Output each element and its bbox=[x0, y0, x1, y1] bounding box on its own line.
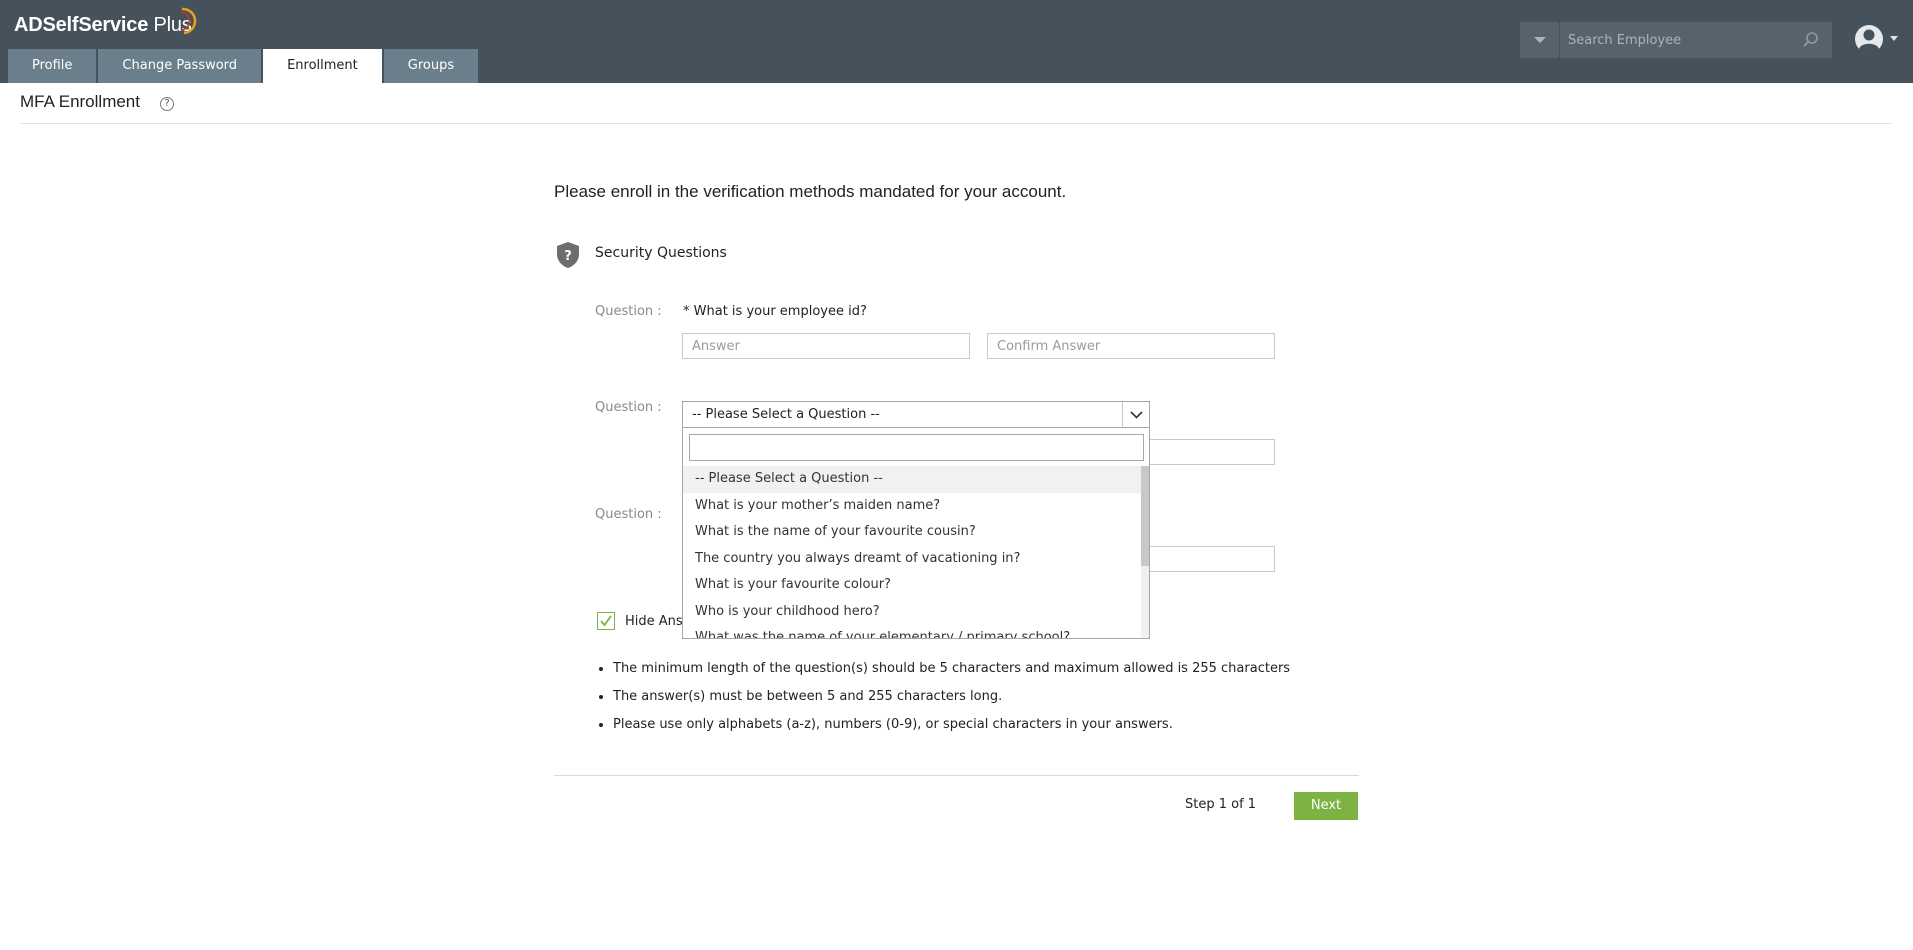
question-2-select-value: -- Please Select a Question -- bbox=[692, 407, 880, 422]
dropdown-option[interactable]: What is your favourite colour? bbox=[683, 572, 1143, 599]
svg-text:?: ? bbox=[564, 249, 572, 264]
dropdown-option[interactable]: The country you always dreamt of vacatio… bbox=[683, 546, 1143, 573]
main-tabs: Profile Change Password Enrollment Group… bbox=[8, 49, 480, 83]
dropdown-option[interactable]: What is your mother’s maiden name? bbox=[683, 493, 1143, 520]
dropdown-scrollbar-thumb[interactable] bbox=[1141, 466, 1149, 566]
user-avatar-icon[interactable] bbox=[1854, 24, 1884, 54]
chevron-down-icon[interactable] bbox=[1122, 402, 1149, 427]
shield-question-icon: ? bbox=[557, 242, 579, 268]
confirm-answer-3-field[interactable] bbox=[1150, 546, 1275, 572]
tab-change-password[interactable]: Change Password bbox=[98, 49, 262, 83]
confirm-answer-1-field[interactable] bbox=[987, 333, 1275, 359]
check-icon bbox=[600, 615, 612, 627]
answer-1-field[interactable] bbox=[682, 333, 970, 359]
note-item: The answer(s) must be between 5 and 255 … bbox=[613, 688, 1290, 716]
app-logo[interactable]: ADSelfService Plus bbox=[14, 14, 192, 37]
section-title: Security Questions bbox=[595, 245, 727, 261]
app-header: ADSelfService Plus Profile Change Passwo… bbox=[0, 0, 1913, 83]
question-2-select[interactable]: -- Please Select a Question -- bbox=[682, 401, 1150, 428]
dropdown-option[interactable]: What is the name of your favourite cousi… bbox=[683, 519, 1143, 546]
footer-divider bbox=[554, 775, 1359, 776]
question-1-text: * What is your employee id? bbox=[683, 304, 867, 319]
dropdown-option-list: -- Please Select a Question -- What is y… bbox=[683, 466, 1143, 638]
question-label: Question : bbox=[595, 304, 662, 319]
question-circle-icon[interactable]: ? bbox=[160, 97, 174, 111]
dropdown-option[interactable]: -- Please Select a Question -- bbox=[683, 466, 1143, 493]
step-indicator: Step 1 of 1 bbox=[1185, 797, 1257, 812]
question-label: Question : bbox=[595, 507, 662, 522]
logo-arc-icon bbox=[179, 7, 197, 35]
note-item: The minimum length of the question(s) sh… bbox=[613, 660, 1290, 688]
search-input[interactable] bbox=[1568, 22, 1798, 58]
hide-answers-checkbox[interactable] bbox=[597, 612, 615, 630]
tab-enrollment[interactable]: Enrollment bbox=[263, 49, 382, 83]
confirm-answer-2-field[interactable] bbox=[1150, 439, 1275, 465]
note-item: Please use only alphabets (a-z), numbers… bbox=[613, 716, 1290, 744]
intro-text: Please enroll in the verification method… bbox=[554, 182, 1067, 201]
tab-groups[interactable]: Groups bbox=[383, 49, 479, 83]
user-menu-caret-icon[interactable] bbox=[1890, 36, 1898, 41]
question-dropdown: -- Please Select a Question -- What is y… bbox=[682, 427, 1150, 639]
dropdown-option[interactable]: Who is your childhood hero? bbox=[683, 599, 1143, 626]
question-label: Question : bbox=[595, 400, 662, 415]
next-button[interactable]: Next bbox=[1294, 792, 1358, 820]
notes-list: The minimum length of the question(s) sh… bbox=[598, 660, 1290, 744]
dropdown-option[interactable]: What was the name of your elementary / p… bbox=[683, 625, 1143, 638]
tab-profile[interactable]: Profile bbox=[8, 49, 97, 83]
dropdown-search-input[interactable] bbox=[689, 434, 1144, 461]
employee-search bbox=[1520, 22, 1832, 58]
page-title: MFA Enrollment bbox=[20, 92, 140, 111]
hide-answers-label: Hide Ans bbox=[625, 614, 683, 629]
search-icon[interactable] bbox=[1802, 31, 1820, 49]
title-divider bbox=[20, 123, 1892, 124]
logo-text: ADSelfService bbox=[14, 14, 149, 36]
search-filter-dropdown[interactable] bbox=[1520, 22, 1560, 58]
